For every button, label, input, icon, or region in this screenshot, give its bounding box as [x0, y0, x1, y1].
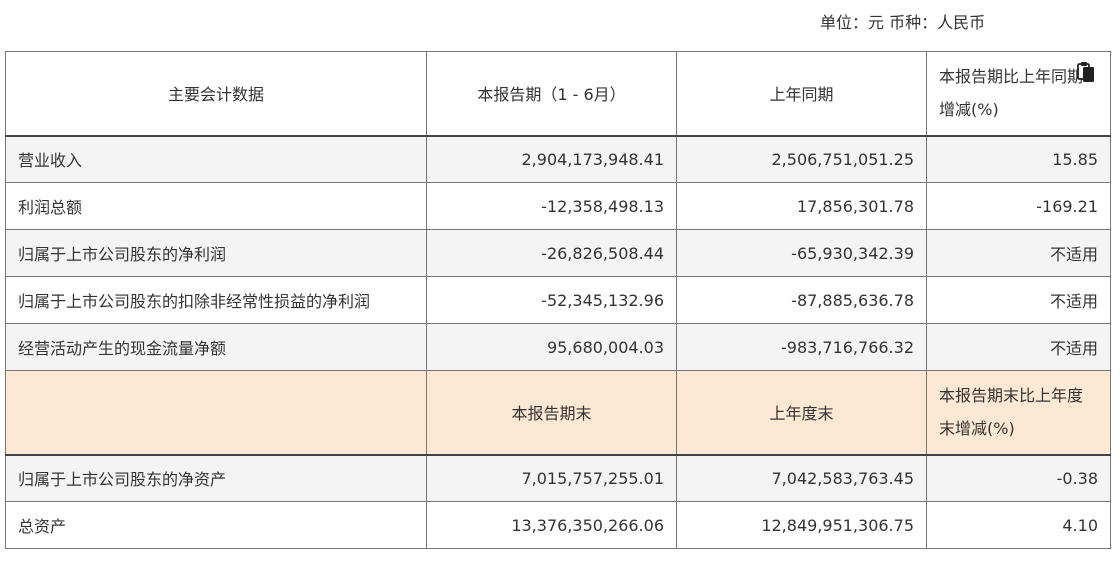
value-cell: 2,904,173,948.41 [426, 135, 677, 183]
subheader-cell: 本报告期末 [426, 370, 677, 456]
financial-data-table: 主要会计数据 本报告期（1 - 6月） 上年同期 本报告期比上年同期增减(%) … [5, 51, 1111, 549]
table-row: 归属于上市公司股东的扣除非经常性损益的净利润 -52,345,132.96 -8… [5, 276, 1111, 324]
row-label: 总资产 [5, 501, 427, 549]
change-cell: 15.85 [926, 135, 1111, 183]
row-label: 归属于上市公司股东的扣除非经常性损益的净利润 [5, 276, 427, 324]
value-cell: -983,716,766.32 [676, 323, 927, 371]
value-cell: 12,849,951,306.75 [676, 501, 927, 549]
change-cell: -0.38 [926, 454, 1111, 502]
change-cell: 不适用 [926, 229, 1111, 277]
value-cell: 95,680,004.03 [426, 323, 677, 371]
subheader-cell: 上年度末 [676, 370, 927, 456]
table-header-row: 主要会计数据 本报告期（1 - 6月） 上年同期 本报告期比上年同期增减(%) [5, 51, 1111, 137]
subheader-cell: 本报告期末比上年度末增减(%) [926, 370, 1111, 456]
header-cell: 主要会计数据 [5, 51, 427, 137]
header-cell: 本报告期比上年同期增减(%) [926, 51, 1111, 137]
row-label: 经营活动产生的现金流量净额 [5, 323, 427, 371]
header-cell: 上年同期 [676, 51, 927, 137]
header-cell-label: 本报告期比上年同期增减(%) [939, 67, 1084, 120]
value-cell: 13,376,350,266.06 [426, 501, 677, 549]
row-label: 利润总额 [5, 182, 427, 230]
table-row: 利润总额 -12,358,498.13 17,856,301.78 -169.2… [5, 182, 1111, 230]
table-row: 总资产 13,376,350,266.06 12,849,951,306.75 … [5, 501, 1111, 549]
table-subheader-row: 本报告期末 上年度末 本报告期末比上年度末增减(%) [5, 370, 1111, 456]
copy-icon[interactable] [1076, 61, 1096, 83]
value-cell: 17,856,301.78 [676, 182, 927, 230]
value-cell: -12,358,498.13 [426, 182, 677, 230]
row-label: 归属于上市公司股东的净资产 [5, 454, 427, 502]
change-cell: 4.10 [926, 501, 1111, 549]
value-cell: 2,506,751,051.25 [676, 135, 927, 183]
row-label: 归属于上市公司股东的净利润 [5, 229, 427, 277]
change-cell: 不适用 [926, 323, 1111, 371]
change-cell: 不适用 [926, 276, 1111, 324]
table-row: 经营活动产生的现金流量净额 95,680,004.03 -983,716,766… [5, 323, 1111, 371]
table-row: 归属于上市公司股东的净利润 -26,826,508.44 -65,930,342… [5, 229, 1111, 277]
value-cell: -87,885,636.78 [676, 276, 927, 324]
header-cell: 本报告期（1 - 6月） [426, 51, 677, 137]
value-cell: 7,015,757,255.01 [426, 454, 677, 502]
table-row: 营业收入 2,904,173,948.41 2,506,751,051.25 1… [5, 135, 1111, 183]
value-cell: 7,042,583,763.45 [676, 454, 927, 502]
value-cell: -52,345,132.96 [426, 276, 677, 324]
value-cell: -26,826,508.44 [426, 229, 677, 277]
row-label: 营业收入 [5, 135, 427, 183]
subheader-cell [5, 370, 427, 456]
unit-currency-note: 单位：元 币种：人民币 [820, 13, 986, 32]
table-row: 归属于上市公司股东的净资产 7,015,757,255.01 7,042,583… [5, 454, 1111, 502]
change-cell: -169.21 [926, 182, 1111, 230]
value-cell: -65,930,342.39 [676, 229, 927, 277]
